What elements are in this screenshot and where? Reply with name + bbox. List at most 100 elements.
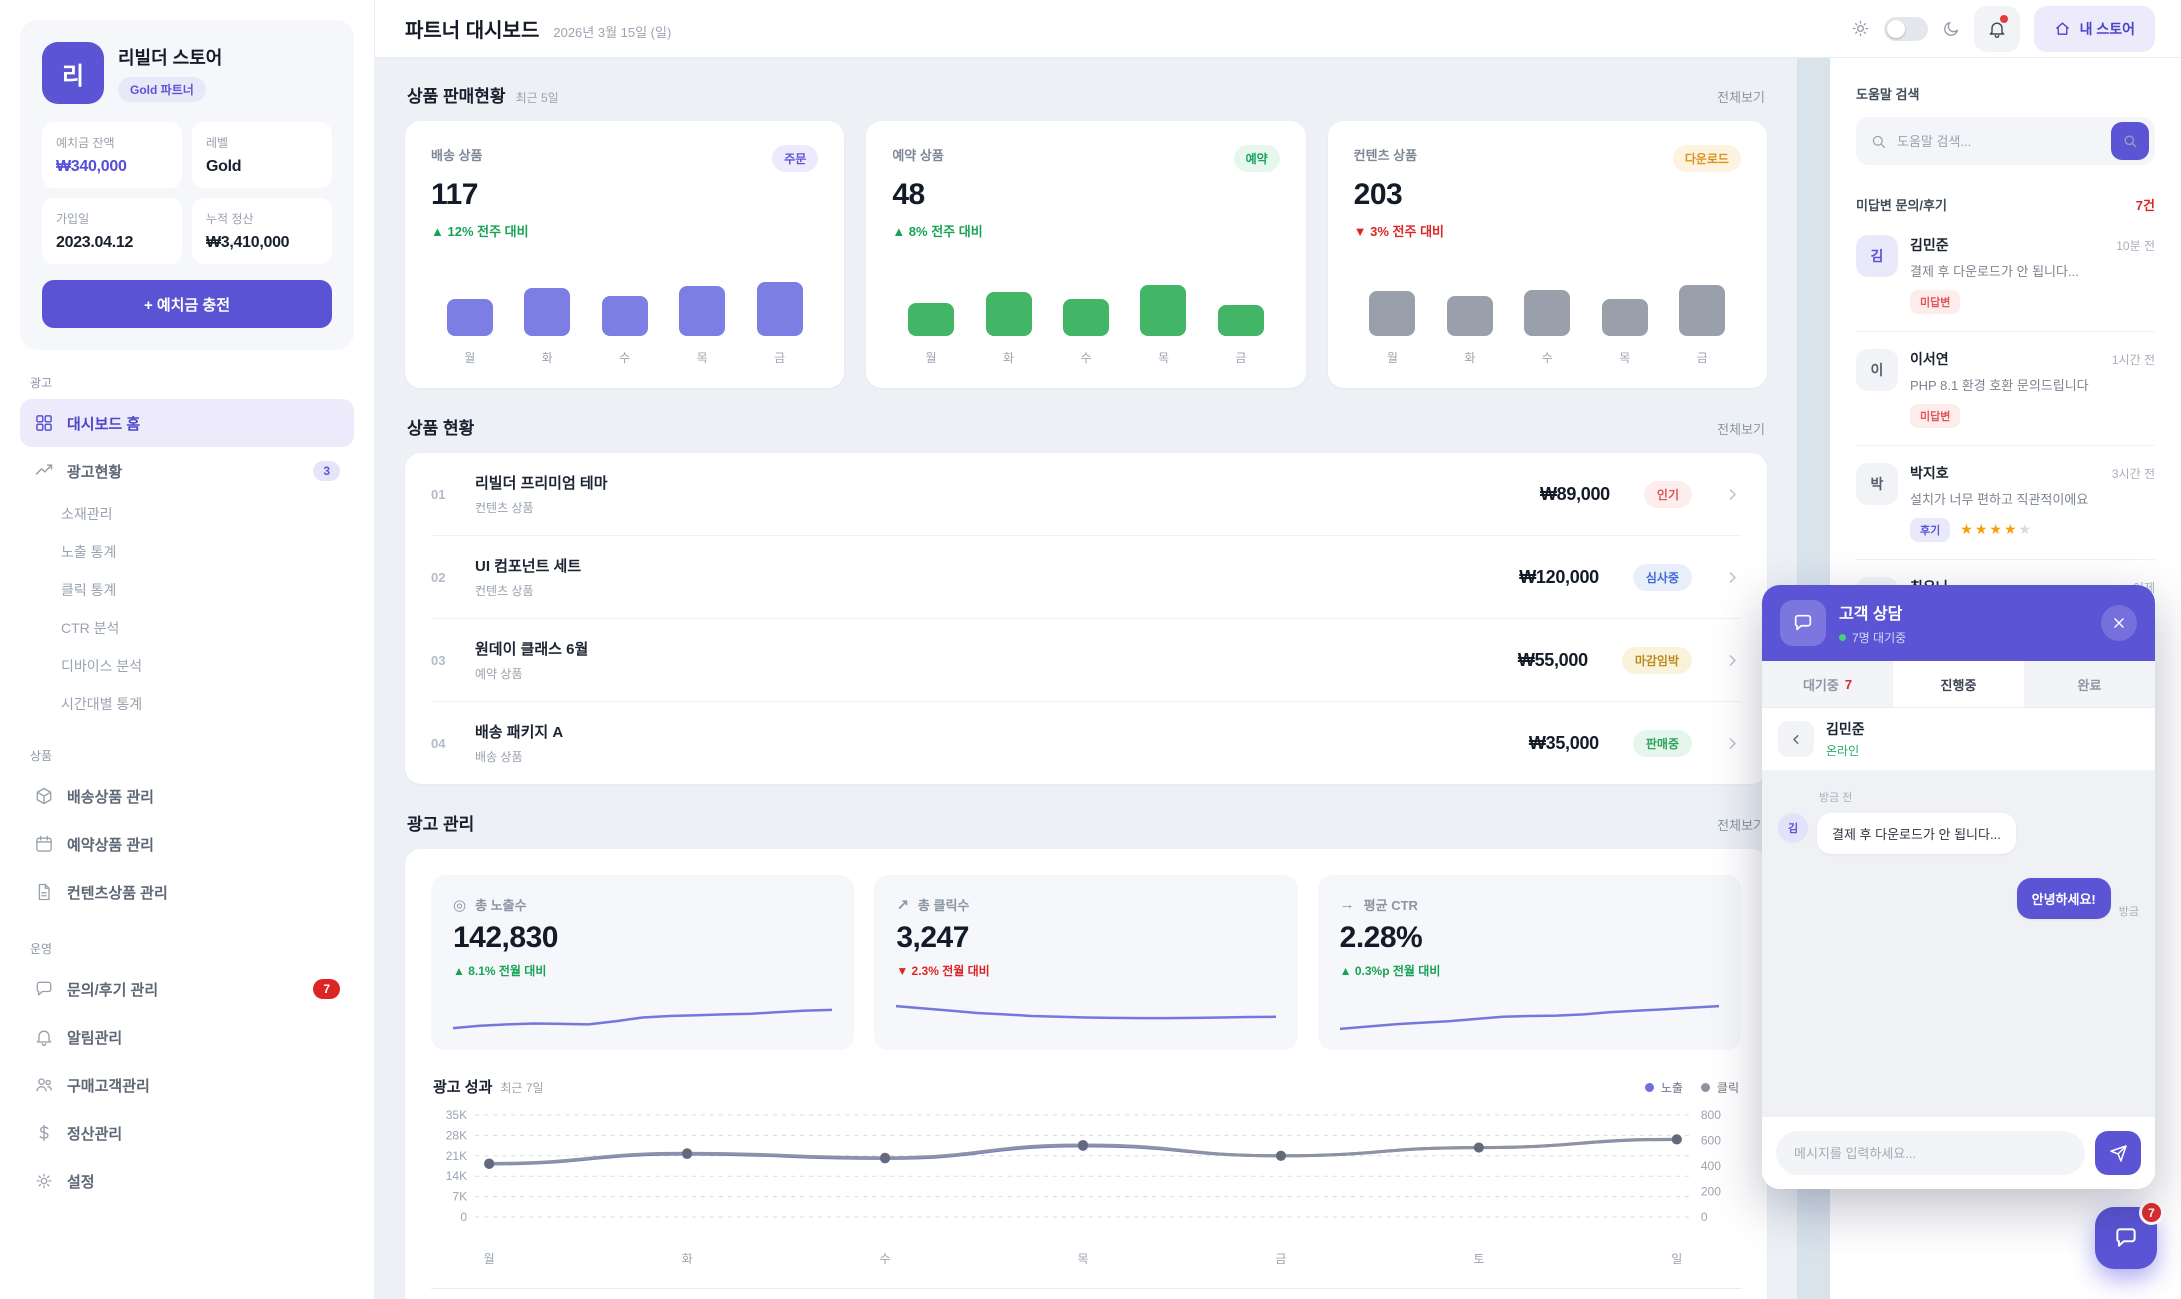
chevron-right-icon[interactable]	[1724, 735, 1741, 752]
stat-value: 117	[431, 178, 818, 212]
kpi-sparkline	[453, 992, 832, 1034]
customer-avatar: 김	[1778, 813, 1808, 843]
product-price: ₩35,000	[1529, 733, 1599, 754]
svg-text:14K: 14K	[446, 1169, 467, 1183]
sidebar-subitem[interactable]: 시간대별 통계	[20, 685, 354, 723]
svg-text:토: 토	[1473, 1252, 1484, 1266]
incoming-message-bubble: 결제 후 다운로드가 안 됩니다...	[1817, 813, 2016, 854]
kpi-label: 평균 CTR	[1364, 895, 1418, 914]
mini-bar	[1218, 305, 1264, 336]
day-label: 월	[431, 349, 508, 366]
ads-view-all-link[interactable]: 전체보기	[1717, 815, 1765, 834]
inquiry-time: 10분 전	[2116, 237, 2155, 254]
kpi-value: 3,247	[896, 921, 1275, 955]
rating-stars: ★★★★★	[1960, 521, 2033, 537]
profile-stat: 예치금 잔액₩340,000	[42, 122, 182, 188]
chat-tab-active[interactable]: 진행중	[1893, 661, 2024, 707]
sidebar-item[interactable]: 대시보드 홈	[20, 399, 354, 447]
product-name: UI 컴포넌트 세트	[475, 555, 1501, 576]
chat-messages: 방금 전 김 결제 후 다운로드가 안 됩니다... 안녕하세요! 방금	[1762, 771, 2155, 1117]
sidebar-subitem[interactable]: 노출 통계	[20, 533, 354, 571]
chat-conversation-header: 김민준 온라인	[1762, 708, 2155, 771]
stat-label: 예약 상품	[892, 145, 943, 164]
mini-bar	[1369, 291, 1415, 336]
kpi-delta: ▲ 0.3%p 전월 대비	[1340, 962, 1719, 979]
mini-bar	[1602, 299, 1648, 336]
chat-launcher-button[interactable]: 7	[2095, 1207, 2157, 1269]
search-icon	[1870, 133, 1887, 150]
inquiry-time: 1시간 전	[2112, 351, 2155, 368]
chat-title: 고객 상담	[1839, 600, 1906, 624]
sales-view-all-link[interactable]: 전체보기	[1717, 87, 1765, 106]
sidebar-item[interactable]: 예약상품 관리	[20, 820, 354, 868]
chat-message-input[interactable]	[1776, 1131, 2085, 1175]
svg-text:600: 600	[1701, 1134, 1721, 1148]
stat-delta: ▲ 8% 전주 대비	[892, 221, 1279, 240]
sidebar-item[interactable]: 배송상품 관리	[20, 772, 354, 820]
inquiry-item[interactable]: 이 이서연 1시간 전 PHP 8.1 환경 호환 문의드립니다 미답변	[1856, 332, 2155, 446]
kpi-icon: ◎	[453, 896, 466, 914]
inquiry-status-badge: 미답변	[1910, 404, 1960, 428]
chat-close-button[interactable]	[2101, 605, 2137, 641]
mini-bar	[1679, 285, 1725, 336]
product-row[interactable]: 04 배송 패키지 A 배송 상품 ₩35,000 판매중	[431, 702, 1741, 784]
chat-back-button[interactable]	[1778, 721, 1814, 757]
nav-section-label: 운영	[30, 940, 344, 957]
product-row[interactable]: 03 원데이 클래스 6월 예약 상품 ₩55,000 마감임박	[431, 619, 1741, 702]
chat-tab-done[interactable]: 완료	[2024, 661, 2155, 707]
inquiry-item[interactable]: 박 박지호 3시간 전 설치가 너무 편하고 직관적이에요 후기★★★★★	[1856, 446, 2155, 560]
product-row[interactable]: 02 UI 컴포넌트 세트 컨텐츠 상품 ₩120,000 심사중	[431, 536, 1741, 619]
svg-text:400: 400	[1701, 1159, 1721, 1173]
svg-text:35K: 35K	[446, 1108, 467, 1122]
sidebar-item[interactable]: 알림관리	[20, 1013, 354, 1061]
ad-performance-title: 광고 성과	[433, 1076, 492, 1097]
dashboard-grid-icon	[34, 413, 54, 433]
inquiry-time: 3시간 전	[2112, 465, 2155, 482]
sidebar-item[interactable]: 문의/후기 관리7	[20, 965, 354, 1013]
svg-text:800: 800	[1701, 1108, 1721, 1122]
inquiry-item[interactable]: 김 김민준 10분 전 결제 후 다운로드가 안 됩니다... 미답변	[1856, 218, 2155, 332]
inquiries-count: 7건	[2136, 195, 2155, 214]
ads-kpi-tile: ↗총 클릭수 3,247 ▼ 2.3% 전월 대비	[874, 875, 1297, 1050]
sidebar-subitem[interactable]: 디바이스 분석	[20, 647, 354, 685]
product-name: 원데이 클래스 6월	[475, 638, 1500, 659]
theme-toggle[interactable]	[1884, 17, 1928, 41]
notification-dot	[2000, 15, 2008, 23]
sidebar-subitem[interactable]: 클릭 통계	[20, 571, 354, 609]
stat-type-badge: 다운로드	[1673, 145, 1741, 172]
sidebar-item[interactable]: 정산관리	[20, 1109, 354, 1157]
home-icon	[2054, 20, 2071, 37]
deposit-charge-button[interactable]: + 예치금 충전	[42, 280, 332, 328]
day-label: 금	[1202, 349, 1279, 366]
chevron-right-icon[interactable]	[1724, 569, 1741, 586]
sidebar-item[interactable]: 컨텐츠상품 관리	[20, 868, 354, 916]
inquiry-status-badge: 미답변	[1910, 290, 1960, 314]
notifications-button[interactable]	[1974, 6, 2020, 52]
products-view-all-link[interactable]: 전체보기	[1717, 419, 1765, 438]
sidebar-subitem[interactable]: CTR 분석	[20, 609, 354, 647]
chevron-right-icon[interactable]	[1724, 486, 1741, 503]
sidebar-subitem[interactable]: 소재관리	[20, 495, 354, 533]
my-store-button[interactable]: 내 스토어	[2034, 6, 2155, 52]
help-search-input[interactable]	[1897, 134, 2101, 149]
day-label: 월	[1354, 349, 1431, 366]
sales-section-title: 상품 판매현황	[407, 82, 506, 107]
main-content: 상품 판매현황 최근 5일 전체보기 배송 상품 주문 117 ▲ 12% 전주…	[375, 58, 1797, 1299]
profile-stats-grid: 예치금 잔액₩340,000레벨Gold가입일2023.04.12누적 정산₩3…	[42, 122, 332, 264]
chevron-right-icon[interactable]	[1724, 652, 1741, 669]
sales-period: 최근 5일	[516, 89, 559, 106]
stat-label: 배송 상품	[431, 145, 482, 164]
chat-send-button[interactable]	[2095, 1131, 2141, 1175]
nav-section-label: 상품	[30, 747, 344, 764]
product-row[interactable]: 01 리빌더 프리미엄 테마 컨텐츠 상품 ₩89,000 인기	[431, 453, 1741, 536]
sidebar-item[interactable]: 설정	[20, 1157, 354, 1205]
sidebar-item[interactable]: 광고현황3	[20, 447, 354, 495]
inquiry-avatar: 김	[1856, 235, 1898, 277]
svg-text:금: 금	[1275, 1252, 1286, 1266]
product-type: 컨텐츠 상품	[475, 582, 1501, 599]
chat-tab-waiting[interactable]: 대기중7	[1762, 661, 1893, 707]
svg-text:0: 0	[460, 1210, 467, 1224]
help-search-button[interactable]	[2111, 122, 2149, 160]
product-rank: 04	[431, 736, 457, 751]
sidebar-item[interactable]: 구매고객관리	[20, 1061, 354, 1109]
